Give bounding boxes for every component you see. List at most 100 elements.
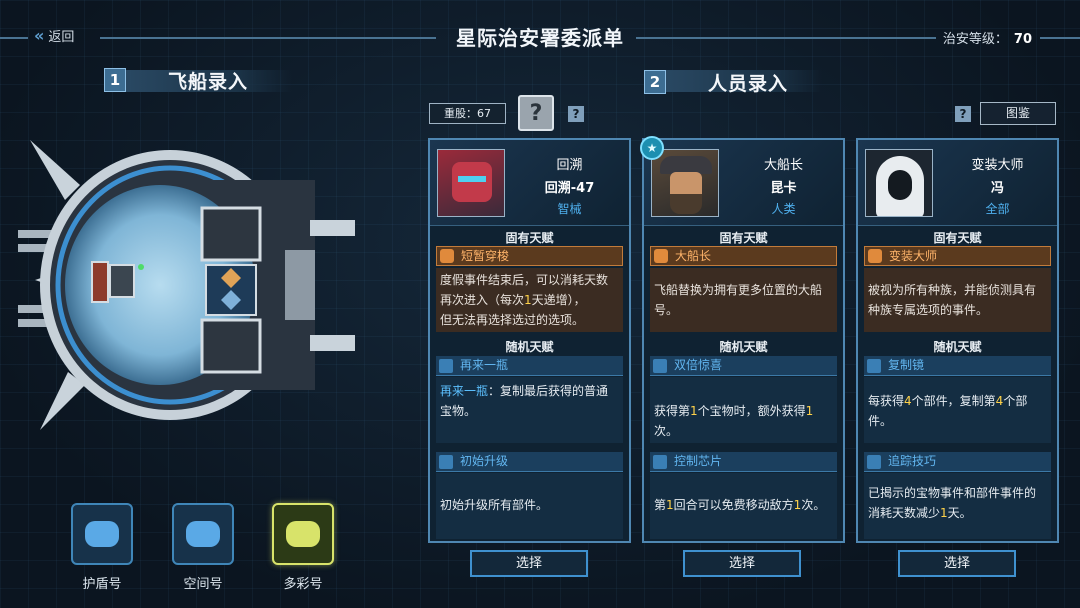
crew-name-3: 变装大师 <box>971 158 1024 173</box>
random-talent-1: 再来一瓶 <box>436 356 623 376</box>
random-talent-2-desc: 第1回合可以免费移动敌方1次。 <box>650 473 837 539</box>
innate-talent: 短暂穿梭 <box>436 246 623 266</box>
disguise-icon <box>868 249 882 263</box>
section-number-crew: 2 <box>644 70 666 94</box>
ship-tab-colorful[interactable] <box>272 503 334 565</box>
talent-desc-text: 次。 <box>654 424 679 438</box>
portrait-robot <box>437 149 505 217</box>
security-level-value: 70 <box>1013 32 1032 47</box>
random-talent-1-desc: 每获得4个部件，复制第4个部件。 <box>864 377 1051 443</box>
crew-subname-1: 回溯-47 <box>544 181 595 196</box>
clock-icon <box>440 249 454 263</box>
random-talent-1-name: 再来一瓶 <box>460 358 509 372</box>
innate-desc: 被视为所有种族，并能侦测具有种族专属选项的事件。 <box>864 268 1051 332</box>
ship-label-shield: 护盾号 <box>82 577 122 592</box>
crew-card-3[interactable]: 变装大师 冯 全部 固有天赋 变装大师 被视为所有种族，并能侦测具有种族专属选项… <box>856 138 1059 543</box>
card-header: 大船长 昆卡 人类 <box>644 140 843 226</box>
security-level-label: 治安等级： <box>942 32 1008 47</box>
innate-talent-name: 短暂穿梭 <box>461 249 510 263</box>
random-header: 随机天赋 <box>719 340 768 354</box>
select-button-2[interactable]: 选择 <box>683 550 801 577</box>
innate-header: 固有天赋 <box>505 231 554 245</box>
select-button-1[interactable]: 选择 <box>470 550 588 577</box>
crew-race-1: 智械 <box>557 202 582 216</box>
ship-label-space: 空间号 <box>183 577 223 592</box>
innate-talent: 大船长 <box>650 246 837 266</box>
ship-preview <box>10 130 390 450</box>
crew-subname-2: 昆卡 <box>770 181 797 196</box>
crew-name-2: 大船长 <box>763 158 803 173</box>
chip-icon <box>653 455 667 469</box>
innate-desc-num: 1 <box>524 293 532 307</box>
innate-header: 固有天赋 <box>933 231 982 245</box>
section-title-ship: 飞船录入 <box>168 71 249 93</box>
ship-tab-space[interactable] <box>172 503 234 565</box>
crew-card-2[interactable]: 大船长 昆卡 人类 ★ 固有天赋 大船长 飞船替换为拥有更多位置的大船号。 随机… <box>640 136 845 543</box>
crew-race-2: 人类 <box>771 202 796 216</box>
talent-desc-text: 次。 <box>801 498 826 512</box>
ship-shield-icon <box>85 521 119 547</box>
help-button-codex[interactable]: ? <box>955 106 971 122</box>
ship-space-icon <box>186 521 220 547</box>
random-header: 随机天赋 <box>505 340 554 354</box>
gift-icon <box>653 359 667 373</box>
talent-desc-num: 1 <box>690 404 698 418</box>
card-header: 变装大师 冯 全部 <box>858 140 1057 226</box>
random-talent-2-desc: 已揭示的宝物事件和部件事件的消耗天数减少1天。 <box>864 473 1051 539</box>
crew-subname-3: 冯 <box>990 181 1004 196</box>
question-mark-icon: ? <box>529 100 543 126</box>
talent-desc-num: 1 <box>805 404 814 418</box>
header-line-edge-right <box>1040 37 1080 39</box>
track-icon <box>867 455 881 469</box>
random-talent-2: 控制芯片 <box>650 452 837 472</box>
star-badge-icon: ★ <box>640 136 664 160</box>
innate-desc: 飞船替换为拥有更多位置的大船号。 <box>650 268 837 332</box>
random-talent-1: 双倍惊喜 <box>650 356 837 376</box>
header-line-left <box>100 37 436 39</box>
talent-desc-num: 4 <box>904 394 912 408</box>
random-talent-2-desc: 初始升级所有部件。 <box>436 473 623 539</box>
talent-desc-text: 个部件，复制第 <box>911 394 996 408</box>
card-header: 回溯 回溯-47 智械 <box>430 140 629 226</box>
random-talent-1-name: 双倍惊喜 <box>674 358 723 372</box>
innate-desc-text-c: 天递增）， <box>531 293 586 307</box>
random-header: 随机天赋 <box>933 340 982 354</box>
crew-card-1[interactable]: 回溯 回溯-47 智械 固有天赋 短暂穿梭 度假事件结束后，可以消耗天数 再次进… <box>428 138 631 543</box>
help-button-weight[interactable]: ? <box>568 106 584 122</box>
ship-label-colorful: 多彩号 <box>283 577 323 592</box>
back-label: 返回 <box>48 30 75 45</box>
codex-button[interactable]: 图鉴 <box>980 102 1056 125</box>
bottle-icon <box>439 359 453 373</box>
innate-talent-name: 大船长 <box>675 249 712 263</box>
weight-display: 重股：67 <box>429 103 506 124</box>
unknown-slot[interactable]: ? <box>518 95 554 131</box>
talent-desc-text: 每获得 <box>868 394 905 408</box>
talent-desc-text: 获得第 <box>654 404 691 418</box>
mirror-icon <box>867 359 881 373</box>
innate-desc: 度假事件结束后，可以消耗天数 再次进入（每次1天递增）， 但无法再选择选过的选项… <box>436 268 623 332</box>
random-talent-2-name: 追踪技巧 <box>888 454 937 468</box>
upgrade-icon <box>439 455 453 469</box>
innate-talent: 变装大师 <box>864 246 1051 266</box>
random-talent-2: 初始升级 <box>436 452 623 472</box>
ship-colorful-icon <box>286 521 320 547</box>
portrait-hooded <box>865 149 933 217</box>
innate-desc-text-a: 度假事件结束后，可以消耗天数 <box>440 273 609 287</box>
back-button[interactable]: « 返回 <box>34 26 74 45</box>
random-talent-2: 追踪技巧 <box>864 452 1051 472</box>
talent-desc-num: 1 <box>666 498 674 512</box>
crew-name-1: 回溯 <box>556 158 583 173</box>
innate-desc-text-d: 但无法再选择选过的选项。 <box>440 313 585 327</box>
header-line-edge-left <box>0 37 28 39</box>
ship-illustration <box>18 140 355 430</box>
talent-link: 再来一瓶 <box>440 384 489 398</box>
header-line-right <box>636 37 936 39</box>
security-level: 治安等级： 70 <box>943 28 1032 47</box>
select-button-3[interactable]: 选择 <box>898 550 1016 577</box>
ship-tab-shield[interactable] <box>71 503 133 565</box>
talent-desc-text: 天。 <box>947 506 972 520</box>
random-talent-1: 复制镜 <box>864 356 1051 376</box>
innate-header: 固有天赋 <box>719 231 768 245</box>
random-talent-2-name: 控制芯片 <box>674 454 723 468</box>
talent-desc-text: 第 <box>654 498 667 512</box>
